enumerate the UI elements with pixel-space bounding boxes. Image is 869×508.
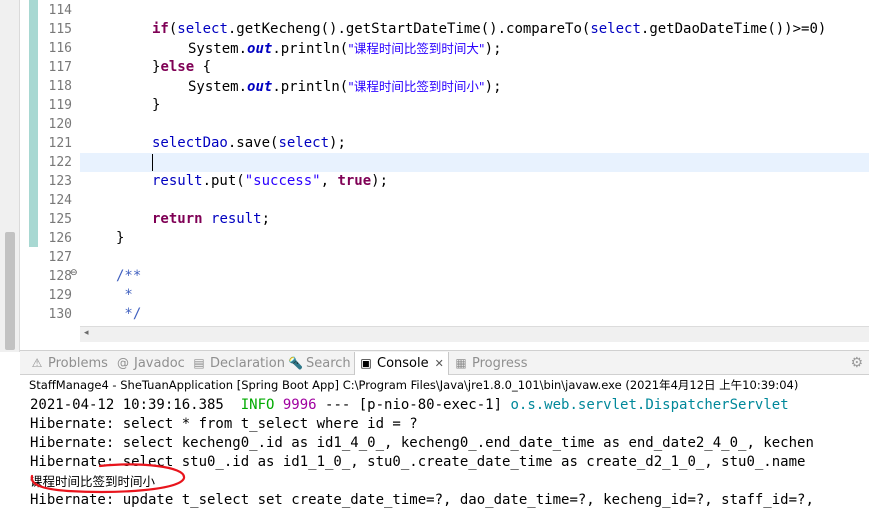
line-number: 121	[48, 136, 72, 151]
line-number: 128	[48, 269, 72, 284]
editor-horizontal-scrollbar[interactable]: ◂	[80, 326, 869, 342]
code-line-123[interactable]: result.put("success", true);	[152, 172, 388, 191]
line-number: 125	[48, 212, 72, 227]
editor-vertical-scrollbar[interactable]	[0, 0, 20, 352]
code-line-129[interactable]: *	[116, 286, 132, 305]
line-number: 124	[48, 193, 72, 208]
views-tab-bar: ⚠ Problems @ Javadoc ▤ Declaration 🔦 Search …	[20, 350, 869, 375]
console-icon: ▣	[360, 356, 372, 370]
console-line: Hibernate: select * from t_select where …	[30, 416, 418, 432]
console-line: 2021-04-12 10:39:16.385 INFO 9996 --- [p…	[30, 397, 789, 413]
line-number: 123	[48, 174, 72, 189]
code-line-119[interactable]: }	[152, 96, 160, 115]
fold-collapse-icon[interactable]: ⊖	[70, 268, 78, 278]
javadoc-icon: @	[117, 356, 129, 370]
line-number: 130	[48, 307, 72, 322]
console-line: Hibernate: update t_select set create_da…	[30, 492, 814, 508]
code-line-121[interactable]: selectDao.save(select);	[152, 134, 346, 153]
tab-progress[interactable]: ▦ Progress	[454, 354, 527, 373]
code-line-126[interactable]: }	[116, 229, 124, 248]
problems-icon: ⚠	[31, 356, 43, 370]
progress-icon: ▦	[455, 356, 467, 370]
declaration-icon: ▤	[193, 356, 205, 370]
code-line-128[interactable]: /**	[116, 267, 141, 286]
scrollbar-thumb[interactable]	[5, 232, 15, 350]
console-line: Hibernate: select kecheng0_.id as id1_4_…	[30, 435, 814, 451]
console-line: Hibernate: select stu0_.id as id1_1_0_, …	[30, 454, 806, 470]
line-number: 129	[48, 288, 72, 303]
change-ruler	[29, 0, 38, 247]
line-number: 122	[48, 155, 72, 170]
line-number: 127	[48, 250, 72, 265]
tab-javadoc[interactable]: @ Javadoc	[116, 354, 185, 373]
current-line-highlight	[80, 153, 869, 172]
code-line-118[interactable]: System.out.println("课程时间比签到时间小");	[188, 77, 502, 97]
tab-declaration[interactable]: ▤ Declaration	[192, 354, 285, 373]
line-number: 120	[48, 117, 72, 132]
tab-search[interactable]: 🔦 Search	[288, 354, 351, 373]
line-number: 115	[48, 22, 72, 37]
line-number: 119	[48, 98, 72, 113]
line-number: 117	[48, 60, 72, 75]
close-icon[interactable]: ✕	[435, 357, 444, 370]
scroll-left-arrow-icon[interactable]: ◂	[84, 328, 89, 338]
text-caret	[152, 154, 153, 171]
code-line-115[interactable]: if(select.getKecheng().getStartDateTime(…	[152, 20, 826, 39]
code-line-130[interactable]: */	[116, 305, 141, 324]
line-number: 126	[48, 231, 72, 246]
code-line-117[interactable]: }else {	[152, 58, 211, 77]
view-menu-icon[interactable]: ⚙	[850, 355, 863, 371]
line-number: 116	[48, 41, 72, 56]
line-number: 114	[48, 3, 72, 18]
line-number: 118	[48, 79, 72, 94]
code-line-125[interactable]: return result;	[152, 210, 270, 229]
search-icon: 🔦	[288, 356, 303, 370]
console-launch-header: StaffManage4 - SheTuanApplication [Sprin…	[20, 376, 869, 394]
code-editor[interactable]: 114 115 116 117 118 119 120 121 122 123 …	[0, 0, 869, 326]
code-line-116[interactable]: System.out.println("课程时间比签到时间大");	[188, 39, 502, 59]
tab-console[interactable]: ▣ Console ✕	[354, 352, 449, 375]
console-line-highlighted-output: 课程时间比签到时间小	[30, 474, 156, 489]
console-output[interactable]: 2021-04-12 10:39:16.385 INFO 9996 --- [p…	[20, 395, 869, 508]
tab-problems[interactable]: ⚠ Problems	[30, 354, 108, 373]
